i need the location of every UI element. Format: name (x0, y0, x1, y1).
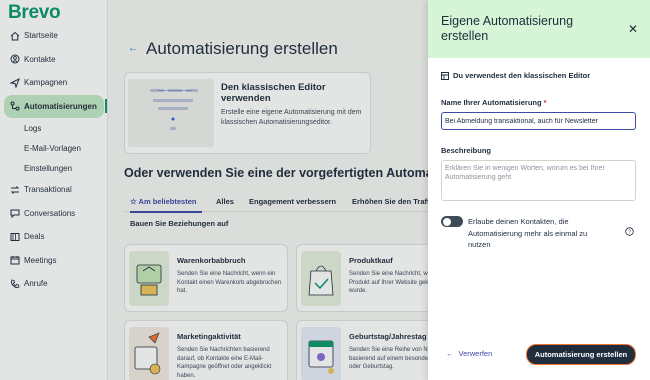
name-label-text: Name Ihrer Automatisierung (441, 98, 542, 107)
allow-reentry-toggle[interactable] (441, 216, 463, 227)
description-field-label: Beschreibung (441, 146, 492, 155)
editor-note-text: Du verwendest den klassischen Editor (453, 71, 591, 80)
svg-text:?: ? (628, 229, 631, 235)
toggle-label: Erlaube deinen Kontakten, die Automatisi… (468, 217, 588, 249)
automation-name-input[interactable] (441, 112, 636, 130)
toggle-knob (442, 217, 451, 226)
close-icon[interactable]: ✕ (628, 22, 638, 36)
panel-header: Eigene Automatisierung erstellen ✕ (428, 0, 650, 58)
create-automation-button[interactable]: Automatisierung erstellen (526, 344, 636, 365)
arrow-left-icon: ← (446, 349, 454, 358)
required-mark: * (543, 98, 547, 107)
cancel-label: Verwerfen (458, 349, 493, 358)
editor-icon (441, 71, 449, 80)
modal-overlay[interactable] (0, 0, 428, 380)
cancel-button[interactable]: ← Verwerfen (446, 349, 492, 358)
panel-title: Eigene Automatisierung erstellen (441, 14, 574, 43)
name-field-label: Name Ihrer Automatisierung * (441, 98, 547, 107)
editor-note: Du verwendest den klassischen Editor (441, 71, 590, 80)
help-icon[interactable]: ? (625, 227, 634, 236)
create-automation-panel: Eigene Automatisierung erstellen ✕ Du ve… (428, 0, 650, 380)
description-input[interactable] (441, 160, 636, 201)
